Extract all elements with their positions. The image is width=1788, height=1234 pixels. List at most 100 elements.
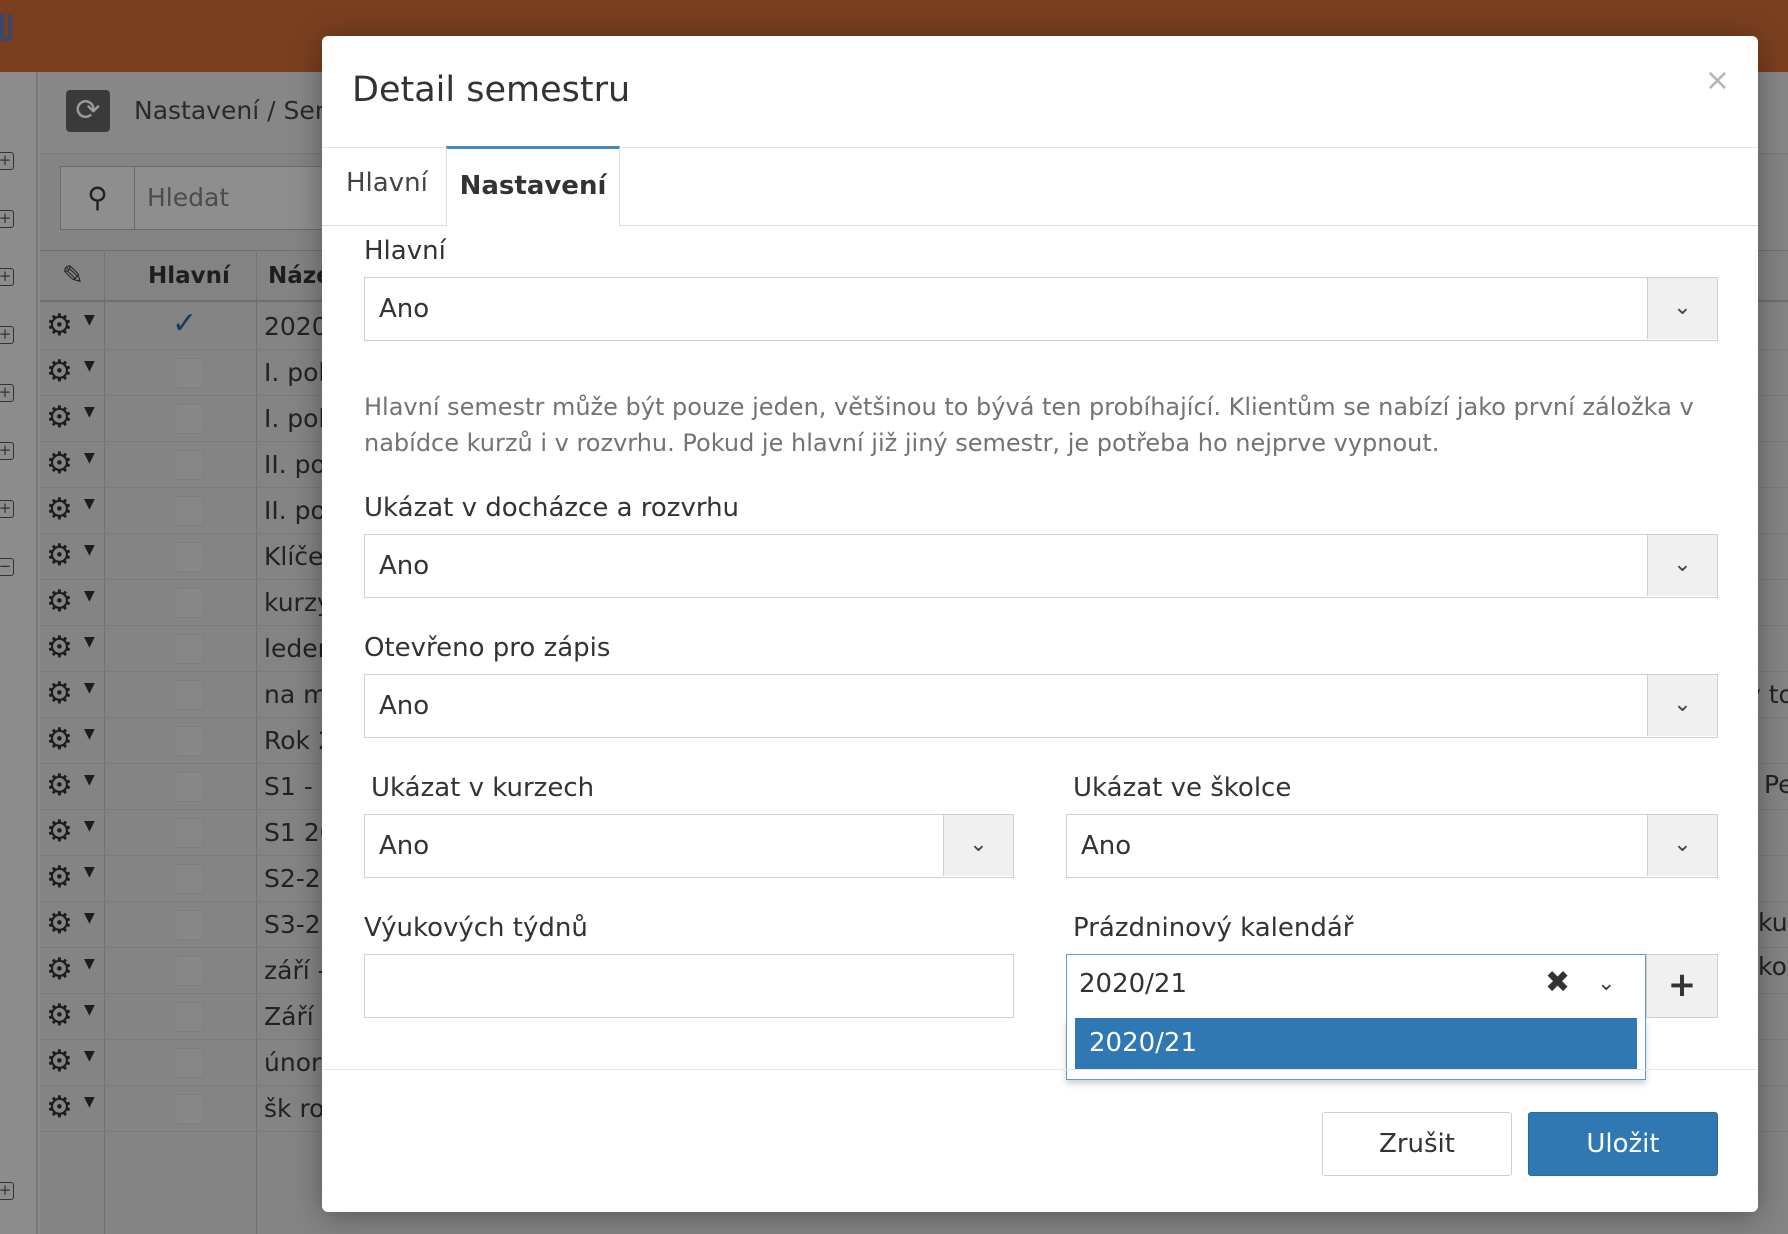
caret-down-icon[interactable]: ▼ [84, 312, 95, 328]
gear-icon[interactable]: ⚙ [46, 308, 73, 344]
chevron-down-icon[interactable]: ⌄ [1597, 971, 1615, 996]
dochazka-value: Ano [379, 551, 430, 581]
main-checkbox[interactable] [174, 680, 204, 710]
skolka-select[interactable]: Ano ⌄ [1066, 814, 1718, 878]
gear-icon[interactable]: ⚙ [46, 952, 73, 988]
chevron-down-icon[interactable]: ⌄ [1647, 278, 1717, 339]
gear-icon[interactable]: ⚙ [46, 492, 73, 528]
expand-icon[interactable]: + [0, 1182, 14, 1200]
main-checkbox[interactable] [174, 1002, 204, 1032]
gear-icon[interactable]: ⚙ [46, 584, 73, 620]
main-checkbox[interactable] [174, 450, 204, 480]
expand-icon[interactable]: + [0, 152, 14, 170]
caret-down-icon[interactable]: ▼ [84, 358, 95, 374]
chevron-down-icon[interactable]: ⌄ [1647, 535, 1717, 596]
caret-down-icon[interactable]: ▼ [84, 542, 95, 558]
gear-icon[interactable]: ⚙ [46, 860, 73, 896]
gear-icon[interactable]: ⚙ [46, 906, 73, 942]
column-header-hlavni[interactable]: Hlavní [148, 263, 230, 289]
search-icon[interactable]: ⚲ [61, 167, 135, 229]
edit-icon[interactable]: ✎ [62, 261, 84, 291]
caret-down-icon[interactable]: ▼ [84, 450, 95, 466]
refresh-button[interactable]: ⟳ [66, 90, 110, 132]
main-checkbox[interactable] [174, 818, 204, 848]
caret-down-icon[interactable]: ▼ [84, 910, 95, 926]
row-name: I. pol [264, 404, 326, 433]
expand-icon[interactable]: + [0, 268, 14, 286]
hlavni-select[interactable]: Ano ⌄ [364, 277, 1718, 341]
main-checkbox[interactable] [174, 588, 204, 618]
main-checkbox[interactable] [174, 404, 204, 434]
caret-down-icon[interactable]: ▼ [84, 772, 95, 788]
gear-icon[interactable]: ⚙ [46, 1090, 73, 1126]
gear-icon[interactable]: ⚙ [46, 538, 73, 574]
expand-icon[interactable]: + [0, 326, 14, 344]
main-checkbox[interactable] [174, 864, 204, 894]
tab-nastaveni[interactable]: Nastavení [446, 146, 620, 227]
caret-down-icon[interactable]: ▼ [84, 634, 95, 650]
main-checkbox[interactable] [174, 496, 204, 526]
gear-icon[interactable]: ⚙ [46, 722, 73, 758]
cancel-button[interactable]: Zrušit [1322, 1112, 1512, 1176]
gear-icon[interactable]: ⚙ [46, 768, 73, 804]
expand-icon[interactable]: + [0, 500, 14, 518]
main-checkbox[interactable] [174, 1048, 204, 1078]
gear-icon[interactable]: ⚙ [46, 446, 73, 482]
caret-down-icon[interactable]: ▼ [84, 1002, 95, 1018]
main-checkbox[interactable] [174, 726, 204, 756]
main-checkbox[interactable] [174, 634, 204, 664]
collapse-icon[interactable]: − [0, 558, 14, 576]
expand-icon[interactable]: + [0, 210, 14, 228]
gear-icon[interactable]: ⚙ [46, 814, 73, 850]
check-icon: ✓ [172, 306, 198, 341]
chevron-down-icon[interactable]: ⌄ [943, 815, 1013, 876]
gear-icon[interactable]: ⚙ [46, 998, 73, 1034]
caret-down-icon[interactable]: ▼ [84, 818, 95, 834]
caret-down-icon[interactable]: ▼ [84, 1048, 95, 1064]
chevron-down-icon[interactable]: ⌄ [1647, 675, 1717, 736]
dochazka-select[interactable]: Ano ⌄ [364, 534, 1718, 598]
tab-hlavni[interactable]: Hlavní [324, 146, 450, 226]
zapis-select[interactable]: Ano ⌄ [364, 674, 1718, 738]
close-icon[interactable]: × [1705, 66, 1730, 96]
main-checkbox[interactable] [174, 358, 204, 388]
expand-icon[interactable]: + [0, 384, 14, 402]
zapis-value: Ano [379, 691, 430, 721]
clear-icon[interactable]: ✖ [1545, 965, 1570, 1000]
breadcrumb: Nastavení / Sem [134, 96, 340, 125]
gear-icon[interactable]: ⚙ [46, 1044, 73, 1080]
kurzy-value: Ano [379, 831, 430, 861]
add-calendar-button[interactable]: + [1646, 954, 1718, 1018]
kalendar-dropdown: 2020/21 [1066, 1018, 1646, 1080]
kalendar-combobox[interactable]: 2020/21 ✖ ⌄ [1066, 954, 1646, 1018]
chevron-down-icon[interactable]: ⌄ [1647, 815, 1717, 876]
gear-icon[interactable]: ⚙ [46, 630, 73, 666]
modal-header: Detail semestru × [322, 36, 1758, 148]
search-input[interactable]: Hledat [147, 183, 229, 212]
gear-icon[interactable]: ⚙ [46, 354, 73, 390]
row-name: 2020 [264, 312, 328, 341]
expand-icon[interactable]: + [0, 442, 14, 460]
gear-icon[interactable]: ⚙ [46, 676, 73, 712]
row-name: I. pol [264, 358, 326, 387]
main-checkbox[interactable] [174, 956, 204, 986]
save-button[interactable]: Uložit [1528, 1112, 1718, 1176]
main-checkbox[interactable] [174, 1094, 204, 1124]
kurzy-select[interactable]: Ano ⌄ [364, 814, 1014, 878]
caret-down-icon[interactable]: ▼ [84, 956, 95, 972]
dropdown-option[interactable]: 2020/21 [1075, 1018, 1637, 1070]
caret-down-icon[interactable]: ▼ [84, 726, 95, 742]
caret-down-icon[interactable]: ▼ [84, 588, 95, 604]
caret-down-icon[interactable]: ▼ [84, 404, 95, 420]
main-checkbox[interactable] [174, 772, 204, 802]
row-name: II. po [264, 450, 326, 479]
caret-down-icon[interactable]: ▼ [84, 1094, 95, 1110]
caret-down-icon[interactable]: ▼ [84, 864, 95, 880]
main-checkbox[interactable] [174, 910, 204, 940]
main-checkbox[interactable] [174, 542, 204, 572]
caret-down-icon[interactable]: ▼ [84, 496, 95, 512]
caret-down-icon[interactable]: ▼ [84, 680, 95, 696]
gear-icon[interactable]: ⚙ [46, 400, 73, 436]
tydny-input[interactable] [364, 954, 1014, 1018]
skolka-value: Ano [1081, 831, 1132, 861]
